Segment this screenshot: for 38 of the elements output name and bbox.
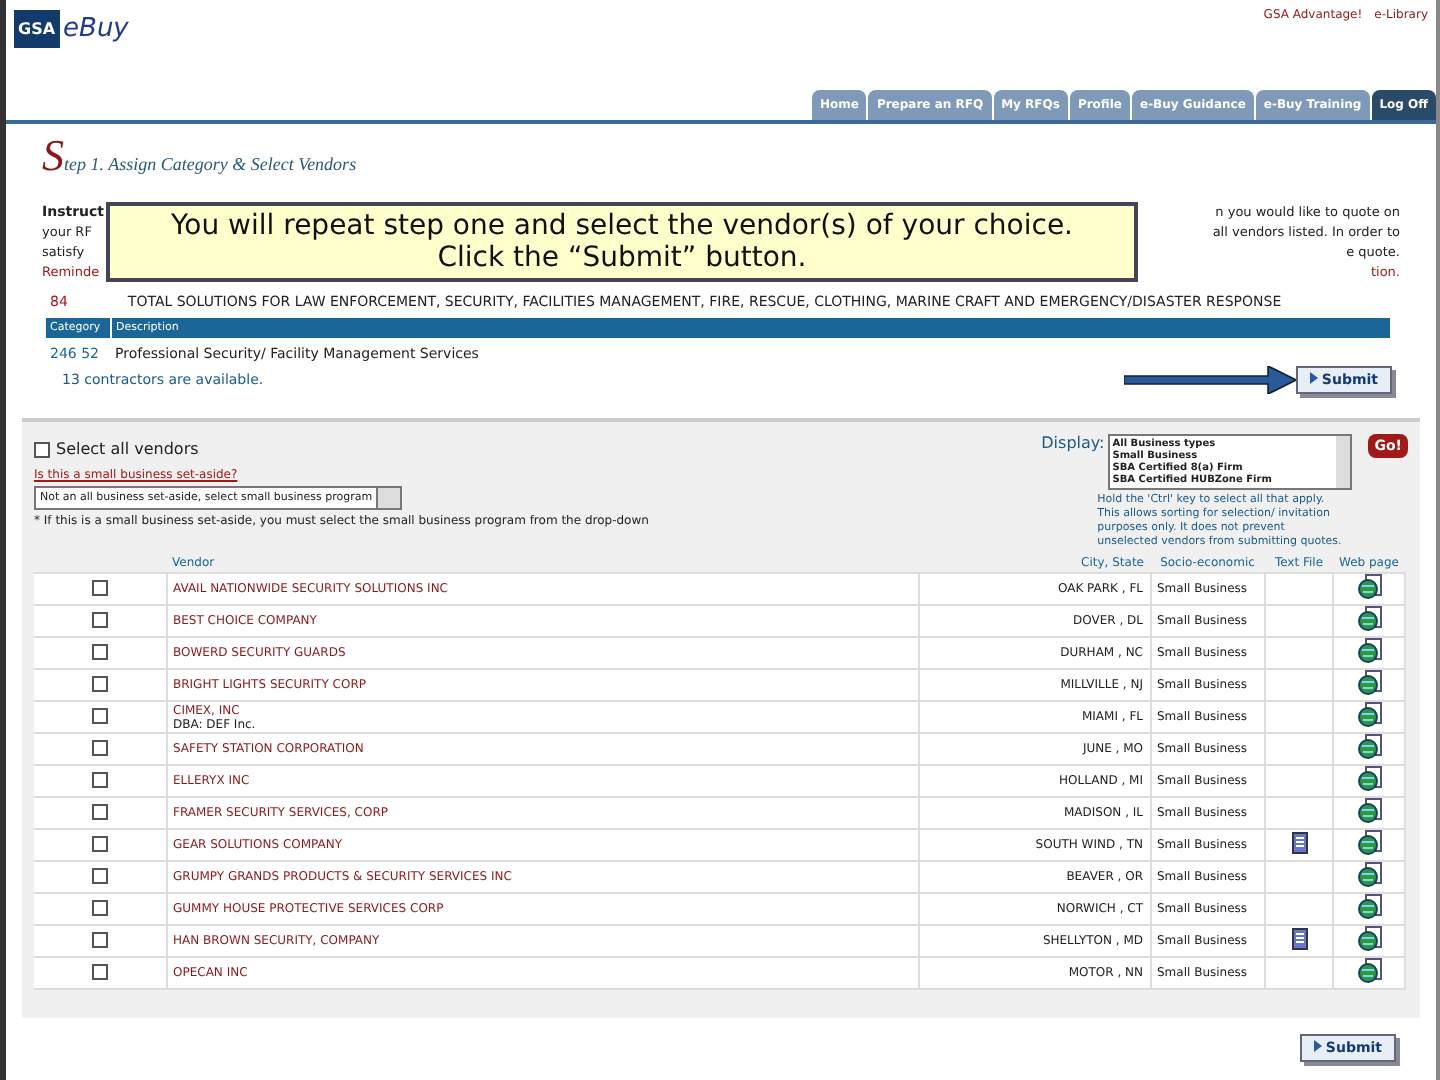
- display-label: Display:: [1041, 434, 1105, 456]
- vendor-checkbox[interactable]: [91, 803, 108, 819]
- globe-page-icon[interactable]: [1357, 862, 1381, 888]
- vendor-checkbox[interactable]: [91, 611, 108, 627]
- logo-text[interactable]: eBuy: [63, 13, 129, 43]
- globe-page-icon[interactable]: [1357, 574, 1381, 600]
- globe-page-icon[interactable]: [1357, 670, 1381, 696]
- play-icon: [1313, 1040, 1322, 1052]
- globe-page-icon[interactable]: [1357, 798, 1381, 824]
- vendor-checkbox[interactable]: [91, 739, 108, 755]
- document-icon[interactable]: [1291, 928, 1307, 950]
- vendor-checkbox[interactable]: [91, 771, 108, 787]
- globe-page-icon[interactable]: [1357, 702, 1381, 728]
- logo-mark[interactable]: GSA: [14, 9, 60, 47]
- globe-page-icon[interactable]: [1357, 606, 1381, 632]
- callout-note: You will repeat step one and select the vendor(s) of your choice. Click the “Submit” button.: [106, 202, 1138, 282]
- vendor-checkbox[interactable]: [91, 579, 108, 595]
- vendor-checkbox[interactable]: [91, 835, 108, 851]
- vendor-checkbox[interactable]: [91, 963, 108, 979]
- globe-page-icon[interactable]: [1357, 830, 1381, 856]
- globe-page-icon[interactable]: [1357, 958, 1381, 984]
- step-title: tep 1. Assign Category & Select Vendors: [64, 154, 357, 174]
- document-icon[interactable]: [1291, 832, 1307, 854]
- vendor-checkbox[interactable]: [91, 899, 108, 915]
- vendor-checkbox[interactable]: [91, 707, 108, 723]
- select-all-label: Select all vendors: [56, 440, 199, 458]
- globe-page-icon[interactable]: [1357, 894, 1381, 920]
- select-all-checkbox[interactable]: [34, 441, 50, 457]
- vendor-checkbox[interactable]: [91, 675, 108, 691]
- globe-page-icon[interactable]: [1357, 638, 1381, 664]
- globe-page-icon[interactable]: [1357, 766, 1381, 792]
- play-icon: [1309, 372, 1318, 384]
- step-title-initial: S: [42, 130, 64, 182]
- globe-page-icon[interactable]: [1357, 926, 1381, 952]
- vendor-checkbox[interactable]: [91, 867, 108, 883]
- globe-page-icon[interactable]: [1357, 734, 1381, 760]
- vendor-checkbox[interactable]: [91, 643, 108, 659]
- vendor-checkbox[interactable]: [91, 931, 108, 947]
